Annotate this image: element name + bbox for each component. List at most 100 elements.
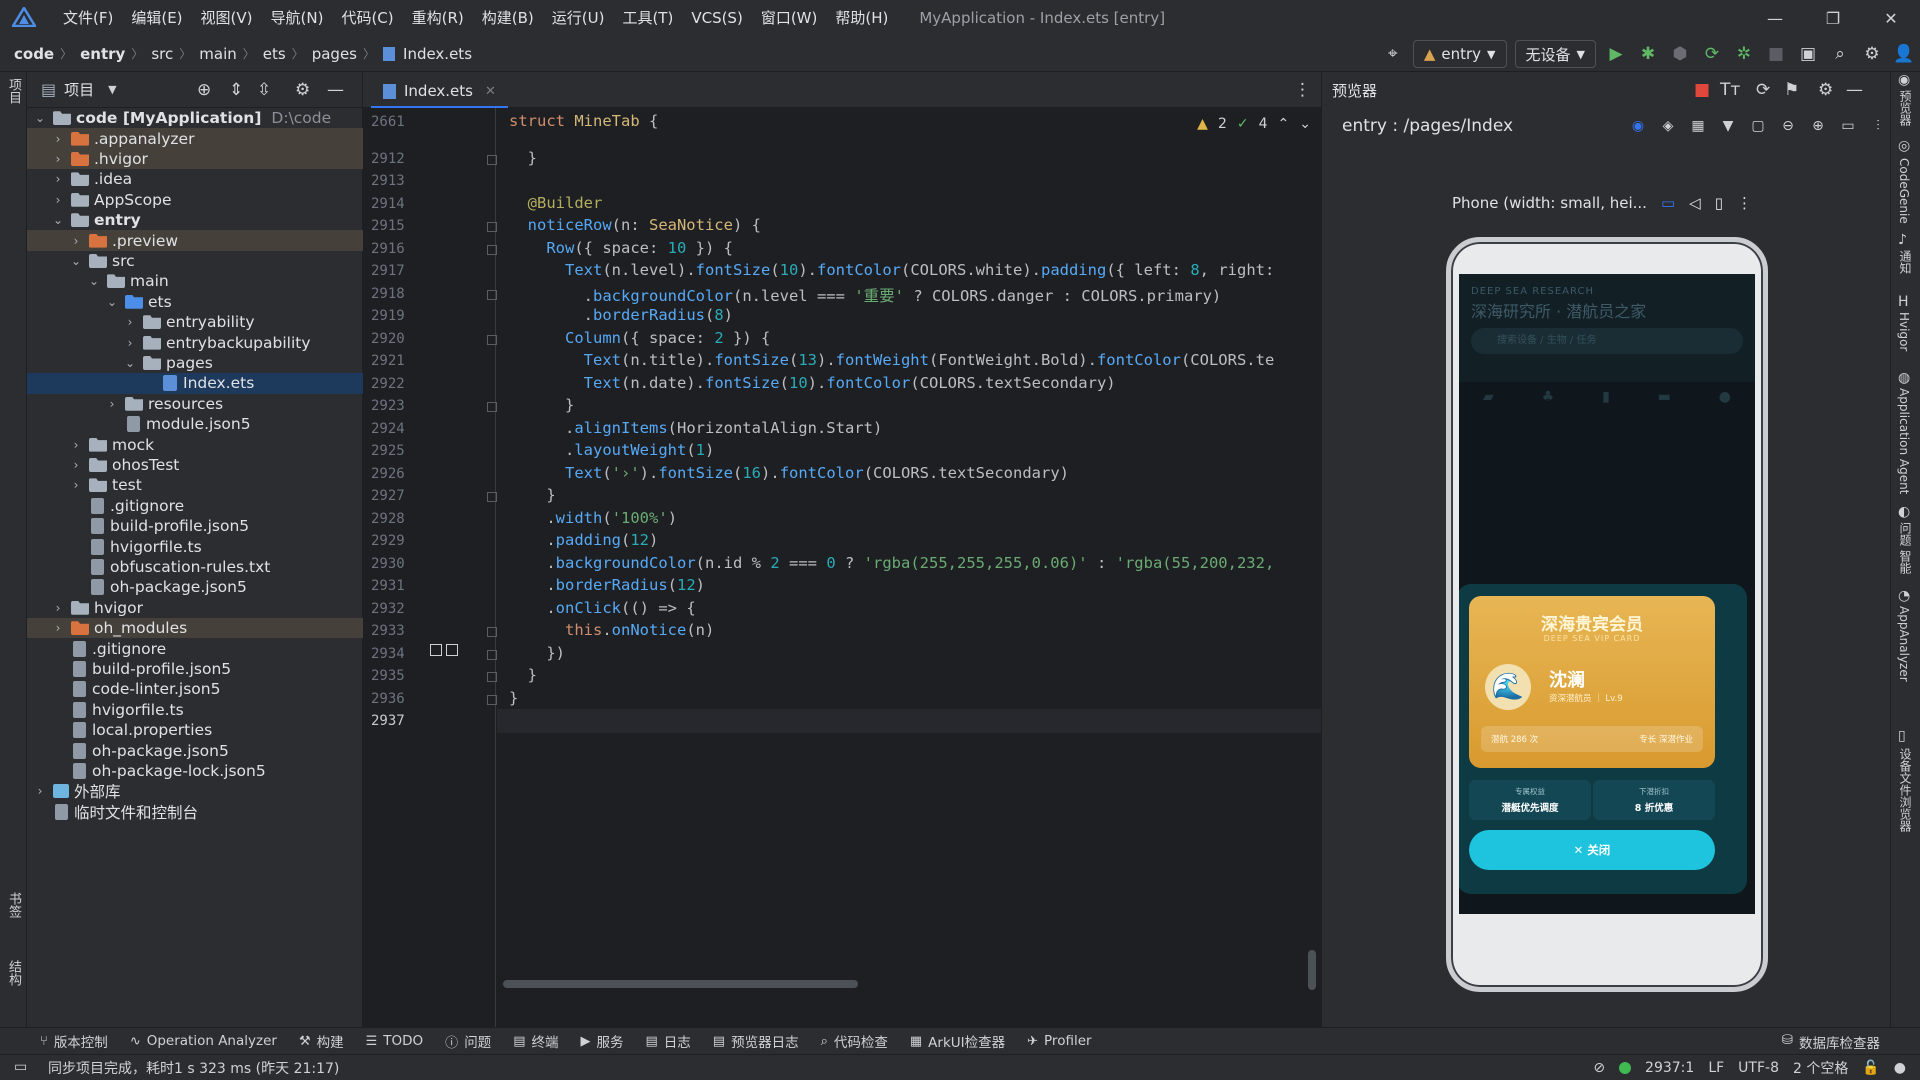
locate-file-icon[interactable]: ⊕: [197, 80, 211, 100]
tree-item[interactable]: .gitignore: [27, 638, 363, 658]
fold-marker-icon[interactable]: [487, 244, 497, 255]
chevron-right-icon[interactable]: ›: [69, 234, 83, 248]
menu-item[interactable]: 视图(V): [192, 0, 262, 36]
chevron-right-icon[interactable]: ›: [51, 132, 65, 146]
layers-icon[interactable]: ◈: [1656, 114, 1680, 138]
tree-item[interactable]: 临时文件和控制台: [27, 802, 363, 822]
tree-item[interactable]: › test: [27, 475, 363, 495]
hide-panel-icon[interactable]: —: [327, 80, 344, 100]
ruler-icon[interactable]: ⫶: [1866, 114, 1890, 138]
fold-marker-icon[interactable]: [487, 627, 497, 637]
tree-item[interactable]: › oh_modules: [27, 618, 363, 639]
more-options-icon[interactable]: ⋮: [1294, 80, 1311, 100]
run-config-dropdown[interactable]: ▲ entry ▼: [1412, 40, 1507, 68]
hide-panel-icon[interactable]: —: [1846, 80, 1863, 100]
tool-tab[interactable]: ∿ Operation Analyzer: [130, 1033, 277, 1049]
menu-item[interactable]: 工具(T): [613, 0, 682, 36]
tree-item[interactable]: code-linter.json5: [27, 679, 363, 699]
breadcrumb-item[interactable]: src: [143, 45, 173, 63]
tree-item[interactable]: ⌄ src: [27, 251, 363, 271]
breadcrumb-item[interactable]: main: [191, 45, 236, 63]
tree-item[interactable]: › .idea: [27, 169, 363, 189]
lock-icon[interactable]: 🔓: [1862, 1060, 1879, 1076]
attach-debugger-icon[interactable]: ⬢: [1664, 36, 1696, 72]
restore-icon[interactable]: ❐: [1804, 0, 1862, 36]
codegenie-tool-tab[interactable]: CodeGenie: [1897, 158, 1911, 224]
nav-icon[interactable]: ▬: [1658, 389, 1671, 405]
tree-item[interactable]: › AppScope: [27, 190, 363, 210]
application-agent-tool-tab[interactable]: Application Agent: [1897, 388, 1911, 494]
stop-icon[interactable]: ■: [1760, 36, 1792, 72]
menu-item[interactable]: 窗口(W): [752, 0, 827, 36]
tool-tab[interactable]: ✈ Profiler: [1027, 1033, 1091, 1049]
tree-item[interactable]: obfuscation-rules.txt: [27, 557, 363, 577]
tree-item[interactable]: › resources: [27, 394, 363, 414]
bookmarks-tool-tab[interactable]: 书签: [4, 892, 23, 918]
fold-marker-icon[interactable]: [487, 154, 497, 165]
no-sync-icon[interactable]: ⊘: [1593, 1060, 1605, 1076]
gutter-markers[interactable]: [430, 644, 458, 656]
chevron-right-icon[interactable]: ›: [51, 152, 65, 166]
menu-item[interactable]: 重构(R): [403, 0, 473, 36]
close-button[interactable]: ✕ 关闭: [1469, 830, 1715, 870]
breadcrumb-item[interactable]: Index.ets: [395, 45, 472, 63]
chevron-right-icon[interactable]: ›: [123, 336, 137, 350]
tree-item[interactable]: ⌄ main: [27, 271, 363, 291]
component-tree-icon[interactable]: ◉: [1626, 114, 1650, 138]
grid-icon[interactable]: ▦: [1686, 114, 1710, 138]
tree-item[interactable]: ⌄ entry: [27, 210, 363, 230]
expand-all-icon[interactable]: ⇕: [229, 80, 243, 100]
chevron-right-icon[interactable]: ›: [69, 458, 83, 472]
device-file-browser-tool-tab[interactable]: 设备文件浏览器: [1897, 748, 1914, 832]
chevron-right-icon[interactable]: ›: [123, 315, 137, 329]
font-size-icon[interactable]: Tт: [1720, 80, 1740, 100]
chevron-right-icon[interactable]: ›: [33, 784, 47, 798]
chevron-right-icon[interactable]: ›: [51, 621, 65, 635]
tree-item[interactable]: › 外部库: [27, 781, 363, 801]
code-area[interactable]: struct MineTab { } @Builder noticeRow(n:…: [497, 108, 1321, 1027]
breadcrumb-item[interactable]: code: [0, 45, 54, 63]
actual-size-icon[interactable]: ▭: [1836, 114, 1860, 138]
chevron-down-icon[interactable]: ▼: [1716, 114, 1740, 138]
caret-position[interactable]: 2937:1: [1645, 1060, 1694, 1076]
smart-problems-tool-tab[interactable]: 问题 智能: [1897, 522, 1914, 574]
database-inspector-tab[interactable]: ⛁ 数据库检查器: [1782, 1032, 1880, 1052]
tree-item[interactable]: hvigorfile.ts: [27, 536, 363, 556]
tree-item[interactable]: › .appanalyzer: [27, 128, 363, 149]
tree-item[interactable]: › .hvigor: [27, 148, 363, 170]
device-selector[interactable]: Phone (width: small, hei... ▭ ◁ ▯ ⋮: [1452, 194, 1752, 212]
next-highlight-icon[interactable]: ⌄: [1299, 116, 1311, 132]
target-icon[interactable]: ⌖: [1377, 36, 1409, 72]
tool-tab[interactable]: ⓘ 问题: [445, 1031, 491, 1051]
tree-item[interactable]: › mock: [27, 434, 363, 454]
hvigor-tool-tab[interactable]: Hvigor: [1897, 312, 1911, 351]
project-panel-title[interactable]: 项目: [64, 79, 94, 100]
inspection-widget[interactable]: ▲ 2 ✓ 4 ⌃ ⌄: [1197, 116, 1311, 132]
chevron-down-icon[interactable]: ⌄: [105, 295, 119, 309]
fold-marker-icon[interactable]: [487, 672, 497, 682]
chevron-right-icon[interactable]: ›: [51, 172, 65, 186]
fold-marker-icon[interactable]: [487, 649, 497, 660]
fold-marker-icon[interactable]: [487, 492, 497, 502]
breadcrumb-item[interactable]: pages: [304, 45, 357, 63]
chevron-down-icon[interactable]: ⌄: [69, 254, 83, 268]
chevron-right-icon[interactable]: ›: [69, 478, 83, 492]
account-icon[interactable]: 👤: [1888, 36, 1920, 72]
debug-icon[interactable]: ✱: [1632, 36, 1664, 72]
inspector-icon[interactable]: ⚑: [1784, 80, 1799, 100]
chevron-down-icon[interactable]: ⌄: [123, 356, 137, 370]
horizontal-scrollbar[interactable]: [503, 980, 858, 988]
tree-item[interactable]: › entryability: [27, 312, 363, 332]
menu-item[interactable]: VCS(S): [682, 0, 751, 36]
more-options-icon[interactable]: ⋮: [1737, 194, 1752, 212]
chevron-down-icon[interactable]: ⌄: [51, 213, 65, 227]
tree-item[interactable]: local.properties: [27, 720, 363, 740]
tree-item[interactable]: › entrybackupability: [27, 332, 363, 352]
menu-item[interactable]: 运行(U): [543, 0, 614, 36]
minimize-icon[interactable]: —: [1746, 0, 1804, 36]
fold-marker-icon[interactable]: [487, 334, 497, 345]
structure-tool-tab[interactable]: 结构: [4, 960, 23, 986]
tool-tab[interactable]: ▶ 服务: [580, 1031, 623, 1052]
rotate-icon[interactable]: ◁: [1689, 194, 1701, 212]
menu-item[interactable]: 构建(B): [473, 0, 543, 36]
